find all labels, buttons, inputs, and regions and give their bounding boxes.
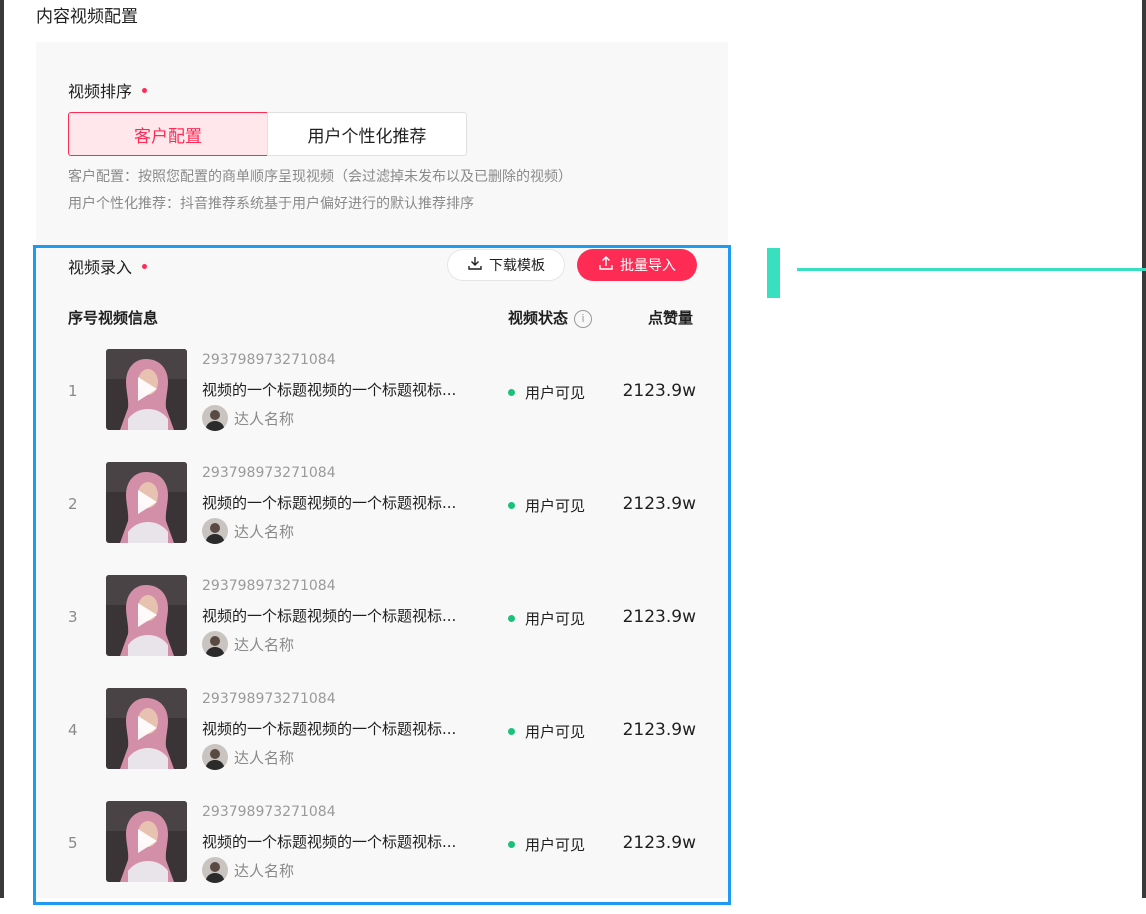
avatar xyxy=(202,405,228,431)
video-id: 293798973271084 xyxy=(202,691,336,707)
status-dot-icon xyxy=(508,728,515,735)
status-dot-icon xyxy=(508,502,515,509)
required-dot-icon xyxy=(142,264,148,269)
video-id: 293798973271084 xyxy=(202,465,336,481)
author-info: 达人名称 xyxy=(202,744,294,770)
section-title: 内容视频配置 xyxy=(36,7,138,27)
upload-icon xyxy=(598,255,614,275)
likes-count: 2123.9w xyxy=(622,494,696,514)
video-status: 用户可见 xyxy=(508,721,585,742)
likes-count: 2123.9w xyxy=(622,720,696,740)
video-title: 视频的一个标题视频的一个标题视标... xyxy=(202,607,457,625)
video-title: 视频的一个标题视频的一个标题视标... xyxy=(202,381,457,399)
author-name: 达人名称 xyxy=(234,861,295,880)
author-name: 达人名称 xyxy=(234,748,295,767)
play-icon xyxy=(136,715,158,745)
batch-import-label: 批量导入 xyxy=(620,258,676,274)
video-thumbnail[interactable] xyxy=(106,462,187,543)
sort-label: 视频排序 xyxy=(68,82,133,101)
video-status: 用户可见 xyxy=(508,608,585,629)
sort-hint-personalized: 用户个性化推荐：抖音推荐系统基于用户偏好进行的默认推荐排序 xyxy=(68,196,474,212)
video-id: 293798973271084 xyxy=(202,352,336,368)
video-thumbnail[interactable] xyxy=(106,688,187,769)
video-title: 视频的一个标题视频的一个标题视标... xyxy=(202,720,457,738)
sort-option-personalized[interactable]: 用户个性化推荐 xyxy=(267,112,467,156)
entry-label-group: 视频录入 xyxy=(68,254,148,278)
table-row[interactable]: 2 293798973271084 视频的一个标题视频的一个标题视标... 达人… xyxy=(36,462,728,575)
info-icon[interactable]: i xyxy=(574,309,593,328)
table-row[interactable]: 1 293798973271084 视频的一个标题视频的一个标题视标... 达人… xyxy=(36,349,728,462)
avatar xyxy=(202,518,228,544)
download-template-button[interactable]: 下载模板 xyxy=(447,249,565,281)
video-status: 用户可见 xyxy=(508,382,585,403)
column-header-likes: 点赞量 xyxy=(648,309,694,327)
status-dot-icon xyxy=(508,615,515,622)
play-icon xyxy=(136,828,158,858)
table-row[interactable]: 4 293798973271084 视频的一个标题视频的一个标题视标... 达人… xyxy=(36,688,728,801)
video-id: 293798973271084 xyxy=(202,578,336,594)
video-status: 用户可见 xyxy=(508,495,585,516)
window-frame-right xyxy=(1142,0,1146,898)
status-label: 用户可见 xyxy=(525,384,586,402)
column-header-status: 视频状态 xyxy=(508,309,569,327)
entry-label: 视频录入 xyxy=(68,258,133,277)
sort-label-group: 视频排序 xyxy=(68,78,148,102)
status-dot-icon xyxy=(508,389,515,396)
download-icon xyxy=(467,255,483,275)
row-index: 5 xyxy=(68,834,78,852)
column-header-index-info: 序号视频信息 xyxy=(68,309,159,327)
author-name: 达人名称 xyxy=(234,522,295,541)
author-info: 达人名称 xyxy=(202,518,294,544)
status-label: 用户可见 xyxy=(525,497,586,515)
status-label: 用户可见 xyxy=(525,723,586,741)
avatar xyxy=(202,631,228,657)
avatar xyxy=(202,744,228,770)
sort-option-customer[interactable]: 客户配置 xyxy=(68,112,268,156)
status-dot-icon xyxy=(508,841,515,848)
video-status: 用户可见 xyxy=(508,834,585,855)
video-title: 视频的一个标题视频的一个标题视标... xyxy=(202,494,457,512)
author-info: 达人名称 xyxy=(202,405,294,431)
video-thumbnail[interactable] xyxy=(106,349,187,430)
batch-import-button[interactable]: 批量导入 xyxy=(577,249,697,281)
download-template-label: 下载模板 xyxy=(489,258,545,274)
likes-count: 2123.9w xyxy=(622,381,696,401)
avatar xyxy=(202,857,228,883)
marker-bar xyxy=(767,248,780,298)
table-row[interactable]: 3 293798973271084 视频的一个标题视频的一个标题视标... 达人… xyxy=(36,575,728,688)
likes-count: 2123.9w xyxy=(622,833,696,853)
play-icon xyxy=(136,376,158,406)
likes-count: 2123.9w xyxy=(622,607,696,627)
author-info: 达人名称 xyxy=(202,631,294,657)
video-thumbnail[interactable] xyxy=(106,575,187,656)
author-info: 达人名称 xyxy=(202,857,294,883)
table-row[interactable]: 5 293798973271084 视频的一个标题视频的一个标题视标... 达人… xyxy=(36,801,728,914)
play-icon xyxy=(136,602,158,632)
column-header-status-group: 视频状态 i xyxy=(508,307,593,328)
sort-hint-customer: 客户配置：按照您配置的商单顺序呈现视频（会过滤掉未发布以及已删除的视频） xyxy=(68,169,572,185)
video-title: 视频的一个标题视频的一个标题视标... xyxy=(202,833,457,851)
author-name: 达人名称 xyxy=(234,635,295,654)
row-index: 1 xyxy=(68,382,78,400)
author-name: 达人名称 xyxy=(234,409,295,428)
video-id: 293798973271084 xyxy=(202,804,336,820)
row-index: 3 xyxy=(68,608,78,626)
window-frame-left xyxy=(0,0,4,898)
video-thumbnail[interactable] xyxy=(106,801,187,882)
marker-line xyxy=(797,268,1146,271)
status-label: 用户可见 xyxy=(525,610,586,628)
status-label: 用户可见 xyxy=(525,836,586,854)
required-dot-icon xyxy=(142,88,148,93)
play-icon xyxy=(136,489,158,519)
row-index: 2 xyxy=(68,495,78,513)
row-index: 4 xyxy=(68,721,78,739)
